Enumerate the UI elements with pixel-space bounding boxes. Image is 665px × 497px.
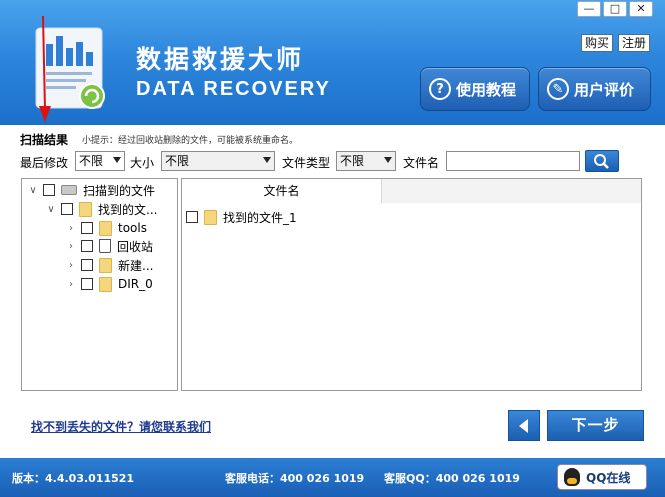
tree-node-label: 扫描到的文件 (83, 183, 156, 198)
qq-penguin-icon (564, 468, 580, 486)
folder-icon (99, 276, 112, 292)
checkbox[interactable] (81, 278, 93, 290)
qq-online-button[interactable]: QQ在线 (557, 464, 647, 490)
checkbox[interactable] (61, 203, 73, 215)
checkbox[interactable] (186, 211, 198, 223)
checkbox[interactable] (81, 259, 93, 271)
tree-node-tools[interactable]: › tools (66, 219, 147, 237)
checkbox[interactable] (43, 184, 55, 196)
buy-button[interactable]: 购买 (581, 34, 614, 52)
folder-icon (99, 257, 112, 273)
chevron-down-icon (263, 157, 271, 163)
chevron-down-icon[interactable]: ∨ (46, 204, 56, 215)
minimize-button[interactable]: — (577, 1, 601, 17)
question-icon: ? (429, 78, 451, 100)
tree-node-label: 找到的文... (98, 202, 158, 217)
drive-icon (61, 185, 77, 195)
annotation-arrow-icon (39, 15, 51, 122)
support-qq-text: 客服QQ：400 026 1019 (384, 472, 520, 485)
recycle-bin-icon (99, 239, 111, 253)
list-item[interactable]: 找到的文件_1 (186, 208, 297, 226)
file-list: 文件名 找到的文件_1 (181, 178, 642, 391)
user-review-label: 用户评价 (574, 80, 635, 99)
tree-node-recycle-bin[interactable]: › 回收站 (66, 237, 153, 255)
qq-online-label: QQ在线 (586, 470, 631, 485)
folder-icon (99, 220, 112, 236)
size-select[interactable]: 不限 (161, 151, 275, 171)
file-type-label: 文件类型 (282, 156, 331, 170)
folder-icon (204, 209, 217, 225)
modified-select[interactable]: 不限 (75, 151, 125, 171)
file-name-label: 文件名 (403, 156, 440, 170)
chevron-right-icon[interactable]: › (66, 260, 76, 271)
chevron-down-icon[interactable]: ∨ (28, 185, 38, 196)
chat-icon: ✎ (547, 78, 569, 100)
column-header-empty (382, 179, 641, 203)
register-button[interactable]: 注册 (618, 34, 651, 52)
user-review-button[interactable]: ✎ 用户评价 (538, 67, 651, 111)
tree-node-label: 回收站 (117, 239, 154, 254)
tree-node-label: DIR_0 (118, 277, 153, 291)
chevron-right-icon[interactable]: › (66, 241, 76, 252)
chevron-down-icon (113, 157, 121, 163)
search-button[interactable] (585, 150, 619, 172)
tree-node-dir0[interactable]: › DIR_0 (66, 275, 153, 293)
modified-label: 最后修改 (20, 156, 69, 170)
contact-us-link[interactable]: 找不到丢失的文件？请您联系我们 (31, 418, 211, 435)
app-title-english: DATA RECOVERY (136, 78, 331, 100)
back-button[interactable] (508, 410, 540, 441)
chevron-down-icon (384, 157, 392, 163)
search-icon (594, 154, 609, 169)
close-button[interactable]: ✕ (629, 1, 653, 17)
file-type-select[interactable]: 不限 (336, 151, 396, 171)
support-phone-text: 客服电话：400 026 1019 (225, 472, 365, 485)
size-label: 大小 (130, 156, 155, 170)
checkbox[interactable] (81, 222, 93, 234)
tutorial-button[interactable]: ? 使用教程 (420, 67, 530, 111)
app-title-chinese: 数据救援大师 (136, 45, 305, 74)
tree-node-found-files[interactable]: ∨ 找到的文... (46, 200, 157, 218)
header-banner: 数据救援大师 DATA RECOVERY — □ ✕ 购买 注册 ? 使用教程 … (0, 0, 665, 125)
column-header-file-name[interactable]: 文件名 (182, 179, 382, 203)
filter-bar: 最后修改 不限 大小 不限 文件类型 不限 文件名 (0, 150, 665, 173)
tree-node-new[interactable]: › 新建... (66, 256, 153, 274)
maximize-button[interactable]: □ (603, 1, 627, 17)
scan-result-label: 扫描结果 (20, 133, 69, 147)
folder-tree: ∨ 扫描到的文件 ∨ 找到的文... › tools › 回收站 › 新建...… (21, 178, 178, 391)
tutorial-label: 使用教程 (456, 80, 517, 99)
folder-icon (79, 201, 92, 217)
app-window: 数据救援大师 DATA RECOVERY — □ ✕ 购买 注册 ? 使用教程 … (0, 0, 665, 497)
chevron-right-icon[interactable]: › (66, 223, 76, 234)
list-item-label: 找到的文件_1 (223, 210, 297, 225)
tree-node-label: 新建... (118, 258, 154, 273)
next-step-button[interactable]: 下一步 (547, 410, 644, 441)
tree-node-label: tools (118, 221, 147, 235)
chevron-right-icon[interactable]: › (66, 279, 76, 290)
version-text: 版本：4.4.03.011521 (12, 472, 135, 485)
checkbox[interactable] (81, 240, 93, 252)
tree-node-scanned-files[interactable]: ∨ 扫描到的文件 (28, 181, 155, 199)
file-name-input[interactable] (446, 151, 580, 171)
scan-tip-text: 小提示：经过回收站删除的文件，可能被系统重命名。 (82, 136, 299, 146)
